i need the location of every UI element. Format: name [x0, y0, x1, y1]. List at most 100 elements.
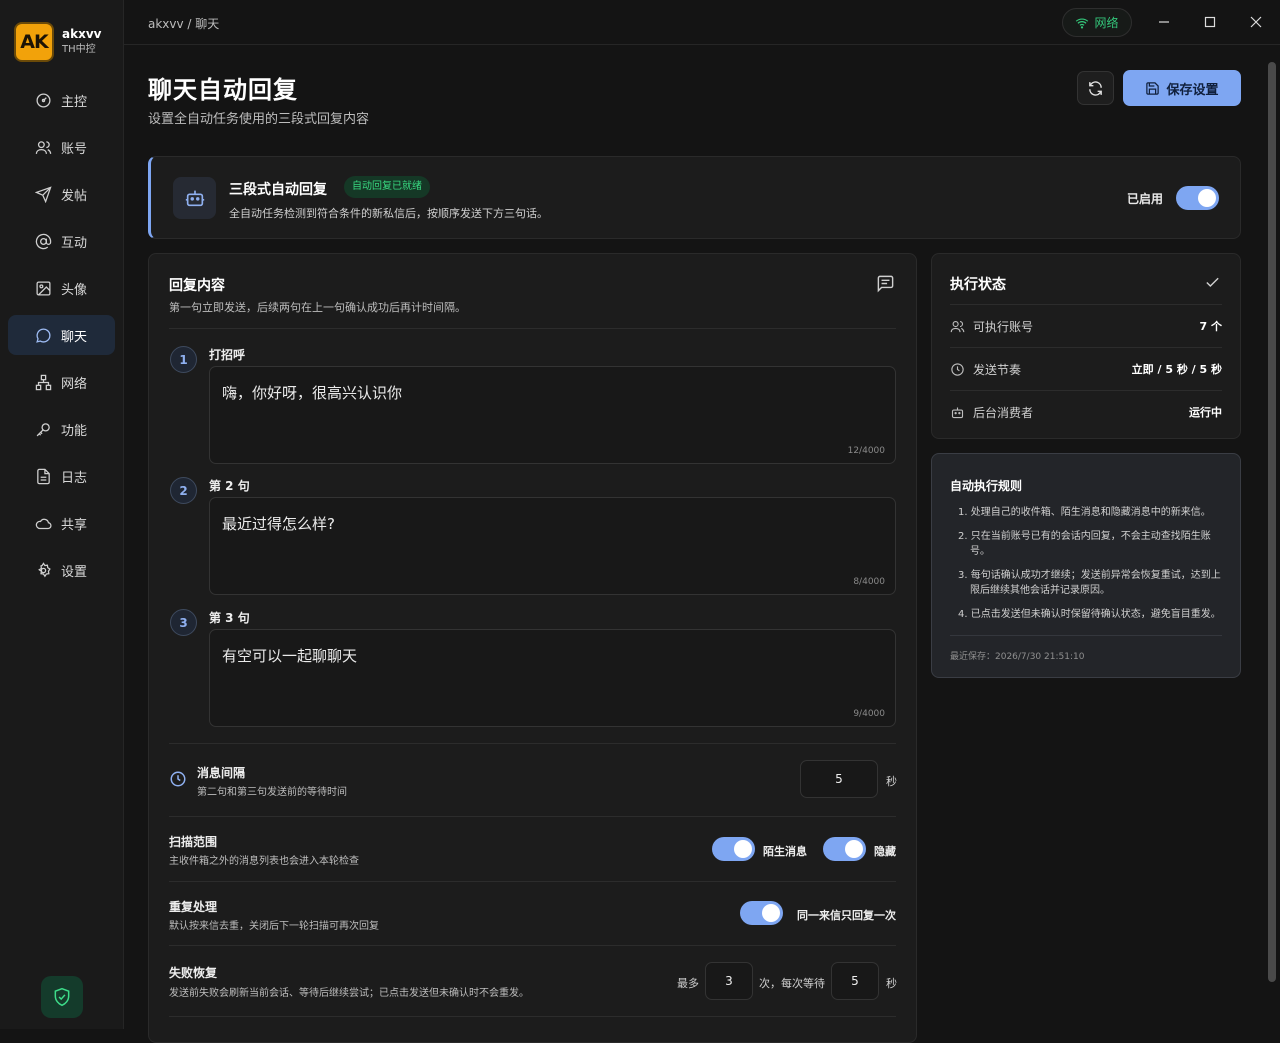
- dedupe-toggle[interactable]: [740, 901, 783, 925]
- sidebar-item-label: 聊天: [61, 329, 88, 345]
- sidebar-item-label: 网络: [61, 376, 88, 392]
- sidebar-item-interact[interactable]: 互动: [8, 221, 115, 261]
- enable-toggle[interactable]: [1176, 186, 1219, 210]
- gear-icon: [38, 561, 51, 577]
- list-item: 3. 每句话确认成功才继续；发送前异常会恢复重试，达到上限后继续其他会话并记录原…: [958, 570, 1221, 596]
- hidden-messages-label: 隐藏: [874, 845, 896, 858]
- status-title: 执行状态: [950, 277, 1006, 293]
- sidebar-item-label: 共享: [61, 517, 88, 533]
- list-item: 1. 处理自己的收件箱、陌生消息和隐藏消息中的新来信。: [958, 507, 1211, 518]
- interval-input[interactable]: 5: [800, 760, 878, 798]
- retry-mid-label: 次，每次等待: [759, 977, 825, 990]
- sidebar-item-label: 主控: [61, 94, 88, 110]
- save-label: 保存设置: [1166, 82, 1219, 98]
- card-subtitle: 第一句立即发送，后续两句在上一句确认成功后再计时间隔。: [169, 301, 466, 314]
- bot-icon-box: [173, 177, 216, 219]
- retry-unit: 秒: [886, 977, 897, 990]
- sidebar-item-network[interactable]: 网络: [8, 362, 115, 402]
- network-status-button[interactable]: 网络: [1062, 8, 1132, 37]
- status-badge: 自动回复已就绪: [344, 176, 430, 198]
- sidebar-item-features[interactable]: 功能: [8, 409, 115, 449]
- status-label: 可执行账号: [973, 319, 1034, 334]
- sidebar-item-post[interactable]: 发帖: [8, 174, 115, 214]
- list-item: 2. 只在当前账号已有的会话内回复，不会主动查找陌生账号。: [958, 531, 1211, 557]
- interval-unit: 秒: [886, 775, 897, 788]
- sidebar-item-label: 账号: [61, 141, 88, 157]
- status-row-accounts: 可执行账号 7 个: [950, 304, 1222, 347]
- status-label: 后台消费者: [973, 405, 1034, 420]
- save-settings-button[interactable]: 保存设置: [1123, 70, 1241, 106]
- retry-title: 失败恢复: [169, 966, 218, 980]
- message-square-icon[interactable]: [876, 274, 895, 293]
- wifi-icon: [1076, 17, 1089, 29]
- bot-icon: [185, 190, 204, 207]
- close-icon[interactable]: [1248, 14, 1264, 30]
- key-icon: [36, 422, 50, 436]
- network-icon: [35, 374, 52, 390]
- sidebar-item-dashboard[interactable]: 主控: [8, 80, 115, 120]
- sidebar-item-label: 互动: [61, 235, 88, 251]
- retry-count-input[interactable]: 3: [705, 962, 753, 1000]
- bot-icon: [951, 407, 964, 418]
- minimize-icon[interactable]: [1156, 14, 1172, 30]
- brand: AK akxvv TH中控: [14, 22, 101, 62]
- sidebar-item-accounts[interactable]: 账号: [8, 127, 115, 167]
- sidebar-item-label: 设置: [61, 564, 88, 580]
- reply-textarea-3[interactable]: 有空可以一起聊聊天 9/4000: [209, 629, 896, 727]
- hidden-messages-toggle[interactable]: [823, 837, 866, 861]
- image-icon: [36, 280, 51, 296]
- brand-name: akxvv: [62, 27, 102, 41]
- step-label: 打招呼: [209, 348, 246, 362]
- save-icon: [1146, 81, 1160, 95]
- divider: [169, 743, 896, 744]
- security-status-button[interactable]: [41, 976, 83, 1018]
- check-icon: [1206, 277, 1219, 288]
- divider: [169, 1016, 896, 1017]
- divider: [169, 816, 896, 817]
- retry-subtitle: 发送前失败会刷新当前会话、等待后继续尝试；已点击发送但未确认时不会重发。: [169, 988, 529, 999]
- textarea-value: 有空可以一起聊聊天: [222, 647, 358, 665]
- interval-title: 消息间隔: [197, 766, 246, 780]
- list-item: 4. 已点击发送但未确认时保留待确认状态，避免盲目重发。: [958, 609, 1221, 620]
- page-subtitle: 设置全自动任务使用的三段式回复内容: [148, 112, 370, 127]
- auto-reply-banner: 三段式自动回复 自动回复已就绪 全自动任务检测到符合条件的新私信后，按顺序发送下…: [148, 156, 1241, 239]
- top-bar: akxvv / 聊天 网络: [124, 0, 1280, 45]
- maximize-icon[interactable]: [1202, 14, 1218, 30]
- sidebar-item-logs[interactable]: 日志: [8, 456, 115, 496]
- chat-icon: [36, 328, 51, 343]
- dedupe-subtitle: 默认按来信去重，关闭后下一轮扫描可再次回复: [169, 921, 379, 932]
- dedupe-title: 重复处理: [169, 900, 218, 914]
- refresh-icon: [1089, 80, 1102, 96]
- sidebar: AK akxvv TH中控 主控 账号 发帖 互动 头像 聊天 网络 功能 日志…: [0, 0, 124, 1029]
- status-row-consumer: 后台消费者 运行中: [950, 390, 1222, 433]
- sidebar-item-share[interactable]: 共享: [8, 503, 115, 543]
- scan-subtitle: 主收件箱之外的消息列表也会进入本轮检查: [169, 856, 359, 867]
- rules-list: 1. 处理自己的收件箱、陌生消息和隐藏消息中的新来信。 2. 只在当前账号已有的…: [958, 505, 1226, 631]
- clock-icon: [951, 362, 964, 376]
- step-number: 3: [170, 609, 197, 636]
- retry-prefix: 最多: [677, 977, 699, 990]
- retry-wait-input[interactable]: 5: [831, 962, 879, 1000]
- enabled-label: 已启用: [1127, 192, 1164, 206]
- sidebar-item-label: 头像: [61, 282, 88, 298]
- reply-textarea-1[interactable]: 嗨，你好呀，很高兴认识你 12/4000: [209, 366, 896, 464]
- char-count: 8/4000: [853, 577, 885, 587]
- cloud-icon: [35, 518, 52, 529]
- stranger-messages-toggle[interactable]: [712, 837, 755, 861]
- sidebar-item-avatar[interactable]: 头像: [8, 268, 115, 308]
- reply-textarea-2[interactable]: 最近过得怎么样? 8/4000: [209, 497, 896, 595]
- divider: [169, 881, 896, 882]
- refresh-button[interactable]: [1077, 71, 1114, 105]
- divider: [169, 945, 896, 946]
- status-value: 运行中: [1189, 406, 1222, 419]
- scrollbar[interactable]: [1268, 62, 1276, 982]
- app-logo: AK: [14, 22, 54, 62]
- reply-content-card: 回复内容 第一句立即发送，后续两句在上一句确认成功后再计时间隔。 1 打招呼 嗨…: [148, 253, 917, 1043]
- sidebar-item-settings[interactable]: 设置: [8, 550, 115, 590]
- rules-title: 自动执行规则: [950, 479, 1023, 493]
- sidebar-item-chat[interactable]: 聊天: [8, 315, 115, 355]
- status-row-rhythm: 发送节奏 立即 / 5 秒 / 5 秒: [950, 347, 1222, 390]
- at-icon: [35, 233, 52, 249]
- step-label: 第 3 句: [209, 611, 250, 625]
- auto-rules-card: 自动执行规则 1. 处理自己的收件箱、陌生消息和隐藏消息中的新来信。 2. 只在…: [931, 453, 1241, 678]
